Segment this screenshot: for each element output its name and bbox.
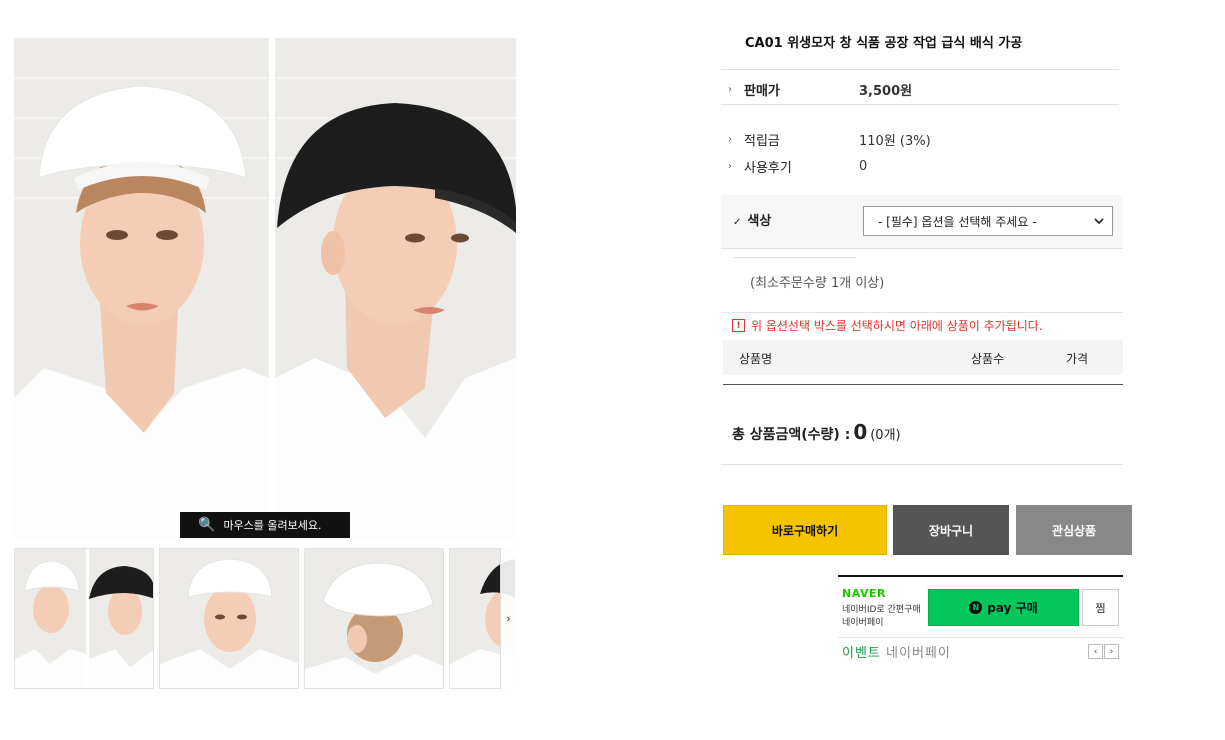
check-icon: ✓ [733, 217, 742, 228]
product-title: CA01 위생모자 창 식품 공장 작업 급식 배식 가공 [745, 36, 1023, 51]
warning-icon: ! [732, 319, 745, 332]
total-amount: 0 [853, 420, 868, 444]
col-price: 가격 [1066, 352, 1089, 366]
price-label: 판매가 [744, 84, 780, 99]
min-order-quantity: (최소주문수량 1개 이상) [750, 276, 885, 291]
npay-event-label: 이벤트 [842, 646, 881, 661]
option-notice-text: 위 옵션선택 박스를 선택하시면 아래에 상품이 추가됩니다. [751, 319, 1043, 333]
wishlist-button[interactable]: 관심상품 [1016, 505, 1132, 555]
col-quantity: 상품수 [971, 352, 1005, 366]
npay-subtitle-1: 네이버ID로 간편구매 [842, 605, 921, 615]
total-price: 총 상품금액(수량) : 0 (0개) [732, 420, 901, 444]
naver-pay-widget: NAVER 네이버ID로 간편구매 네이버페이 N pay 구매 찜 이벤트 네… [838, 575, 1123, 661]
divider [721, 312, 1123, 313]
add-to-cart-button[interactable]: 장바구니 [893, 505, 1009, 555]
thumbnail-strip: › [14, 548, 516, 689]
color-option-text: 색상 [747, 214, 772, 229]
divider [734, 257, 856, 258]
points-label: 적립금 [744, 134, 780, 149]
photo-white-cap [14, 38, 269, 540]
npay-subtitle-2: 네이버페이 [842, 618, 884, 628]
bullet-icon: › [728, 84, 732, 95]
zoom-hint: 🔍 마우스를 올려보세요. [180, 512, 350, 538]
npay-event-nav: ‹ › [1088, 644, 1119, 659]
chevron-down-icon [1094, 214, 1104, 228]
divider [723, 384, 1123, 385]
price-row: › 판매가 3,500원 [728, 80, 912, 99]
reviews-value: 0 [859, 159, 868, 174]
color-option-label: ✓ 색상 [733, 210, 771, 229]
option-notice: ! 위 옵션선택 박스를 선택하시면 아래에 상품이 추가됩니다. [732, 317, 1043, 334]
price-value: 3,500원 [859, 84, 913, 99]
total-label: 총 상품금액(수량) : [732, 427, 851, 443]
thumbnail-1[interactable] [14, 548, 154, 689]
color-option-row: ✓ 색상 - [필수] 옵션을 선택해 주세요 - [721, 195, 1123, 248]
npay-jjim-button[interactable]: 찜 [1082, 589, 1119, 626]
color-option-select[interactable]: - [필수] 옵션을 선택해 주세요 - [863, 206, 1113, 236]
naver-logo: NAVER [842, 587, 886, 600]
points-value: 110원 (3%) [859, 134, 931, 149]
npay-buy-button[interactable]: N pay 구매 [928, 589, 1079, 626]
npay-buy-label: pay 구매 [987, 601, 1038, 615]
buy-now-button[interactable]: 바로구매하기 [723, 505, 887, 555]
divider [721, 248, 1123, 249]
bullet-icon: › [728, 161, 732, 172]
npay-event-text: 네이버페이 [886, 646, 951, 661]
chevron-right-icon: › [506, 612, 511, 625]
thumbnail-next-arrow[interactable]: › [500, 548, 516, 689]
cart-table-header: 상품명 상품수 가격 [723, 340, 1123, 375]
magnifier-icon: 🔍 [198, 517, 216, 533]
bullet-icon: › [728, 134, 732, 145]
chevron-left-icon[interactable]: ‹ [1088, 644, 1103, 659]
photo-black-cap [275, 38, 516, 540]
zoom-hint-text: 마우스를 올려보세요. [223, 519, 322, 532]
divider [838, 637, 1123, 638]
color-option-value: - [필수] 옵션을 선택해 주세요 - [878, 214, 1037, 229]
total-count: (0개) [870, 428, 901, 443]
chevron-right-icon[interactable]: › [1104, 644, 1119, 659]
thumbnail-3[interactable] [304, 548, 444, 689]
main-product-image[interactable]: 🔍 마우스를 올려보세요. [14, 38, 516, 540]
col-product-name: 상품명 [739, 352, 773, 366]
points-row: › 적립금 110원 (3%) [728, 130, 931, 149]
divider [721, 464, 1123, 465]
divider [721, 69, 1119, 70]
divider [721, 104, 1119, 105]
thumbnail-2[interactable] [159, 548, 299, 689]
reviews-row: › 사용후기 0 [728, 157, 867, 176]
reviews-label: 사용후기 [744, 161, 792, 176]
npay-event-banner[interactable]: 이벤트 네이버페이 [842, 642, 951, 661]
naver-n-icon: N [969, 601, 983, 614]
